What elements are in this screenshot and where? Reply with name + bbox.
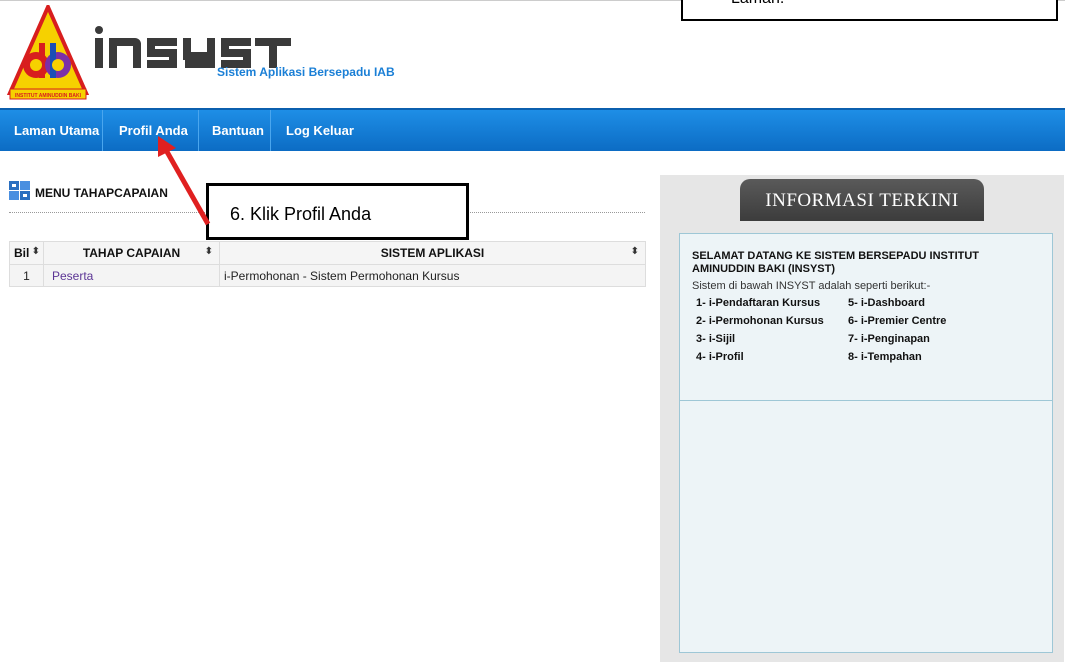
column-header-bil-label: Bil [14,246,30,260]
info-subtitle: Sistem di bawah INSYST adalah seperti be… [692,280,931,292]
peserta-link[interactable]: Peserta [52,269,93,283]
table-row: 1 Peserta i-Permohonan - Sistem Permohon… [9,264,646,287]
system-item: 7- i-Penginapan [848,333,930,345]
column-header-sistem-label: SISTEM APLIKASI [380,246,485,260]
instruction-note-top: Laman. [681,0,1058,21]
system-item: 5- i-Dashboard [848,297,926,309]
system-item: 1- i-Pendaftaran Kursus [696,297,821,309]
svg-text:INSTITUT AMINUDDIN BAKI: INSTITUT AMINUDDIN BAKI [15,93,82,99]
list-item: 3- i-Sijil 7- i-Penginapan [696,333,1046,351]
list-item: 4- i-Profil 8- i-Tempahan [696,351,1046,369]
info-announcement: SELAMAT DATANG KE SISTEM BERSEPADU INSTI… [680,234,1052,401]
menu-grid-icon [9,181,30,200]
sort-icon[interactable]: ⬍ [32,246,40,257]
panel-tab-title: INFORMASI TERKINI [740,179,984,221]
instruction-callout-text: 6. Klik Profil Anda [230,204,372,224]
instruction-note-top-text: Laman. [731,0,784,8]
system-item: 6- i-Premier Centre [848,315,947,327]
panel-content: SELAMAT DATANG KE SISTEM BERSEPADU INSTI… [679,233,1053,653]
sort-icon[interactable]: ⬍ [631,246,639,257]
cell-sistem: i-Permohonan - Sistem Permohonan Kursus [219,264,646,287]
nav-profil-anda[interactable]: Profil Anda [113,110,194,151]
system-item: 8- i-Tempahan [848,351,922,363]
system-item: 2- i-Permohonan Kursus [696,315,824,327]
column-header-sistem[interactable]: SISTEM APLIKASI ⬍ [219,241,646,265]
list-item: 1- i-Pendaftaran Kursus 5- i-Dashboard [696,297,1046,315]
table-header-row: Bil ⬍ TAHAP CAPAIAN ⬍ SISTEM APLIKASI ⬍ [9,241,646,265]
system-list: 1- i-Pendaftaran Kursus 5- i-Dashboard 2… [696,297,1046,369]
cell-tahap: Peserta [43,264,220,287]
nav-separator [270,110,271,151]
system-item: 3- i-Sijil [696,333,736,345]
system-item: 4- i-Profil [696,351,744,363]
menu-title-text: MENU TAHAPCAPAIAN [35,186,168,200]
iab-logo: INSTITUT AMINUDDIN BAKI [6,5,90,100]
nav-separator [198,110,199,151]
instruction-callout: 6. Klik Profil Anda [206,183,469,240]
column-header-tahap-label: TAHAP CAPAIAN [82,246,181,260]
sort-icon[interactable]: ⬍ [205,246,213,257]
info-title: SELAMAT DATANG KE SISTEM BERSEPADU INSTI… [692,250,980,275]
header-tagline: Sistem Aplikasi Bersepadu IAB [217,65,395,79]
column-header-tahap[interactable]: TAHAP CAPAIAN ⬍ [43,241,220,265]
informasi-panel: INFORMASI TERKINI SELAMAT DATANG KE SIST… [660,175,1064,662]
list-item: 2- i-Permohonan Kursus 6- i-Premier Cent… [696,315,1046,333]
tahap-capaian-table: Bil ⬍ TAHAP CAPAIAN ⬍ SISTEM APLIKASI ⬍ 1 P… [9,241,646,287]
nav-bantuan[interactable]: Bantuan [206,110,270,151]
nav-log-keluar[interactable]: Log Keluar [280,110,360,151]
column-header-bil[interactable]: Bil ⬍ [9,241,44,265]
nav-separator [102,110,103,151]
nav-laman-utama[interactable]: Laman Utama [8,110,105,151]
main-navbar: Laman Utama Profil Anda Bantuan Log Kelu… [0,108,1065,151]
cell-bil: 1 [9,264,44,287]
